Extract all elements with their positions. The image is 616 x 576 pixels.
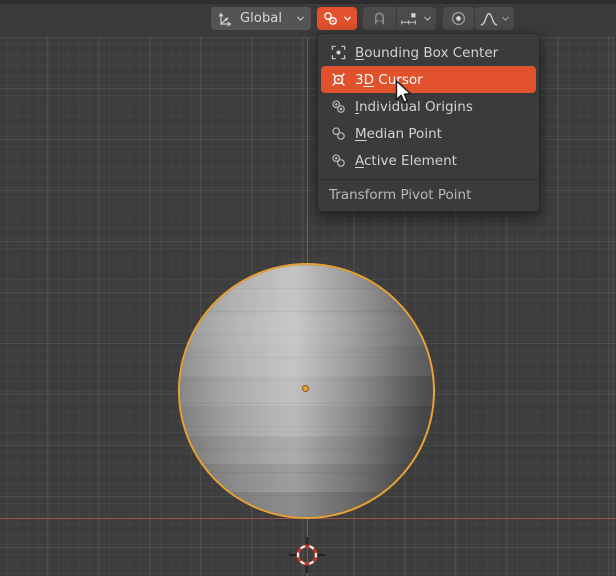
median-point-icon xyxy=(327,125,349,142)
menu-item-label: Median Point xyxy=(355,125,442,142)
mouse-cursor-pointer xyxy=(395,80,412,103)
bounding-box-center-icon xyxy=(327,44,349,61)
chevron-down-icon xyxy=(424,16,431,21)
orientation-label: Global xyxy=(240,11,283,26)
menu-item-label: Active Element xyxy=(355,152,457,169)
individual-origins-icon xyxy=(327,98,349,115)
header-top-strip xyxy=(0,0,616,4)
3d-cursor-icon xyxy=(327,71,349,88)
menu-item-3d-cursor[interactable]: 3D Cursor xyxy=(321,66,536,93)
snap-increment-icon xyxy=(401,13,417,25)
proportional-editing-button[interactable] xyxy=(443,7,474,30)
menu-item-label: Individual Origins xyxy=(355,98,473,115)
blender-window: Global Bounding Box Center 3D Cursor Ind… xyxy=(0,0,616,576)
snap-magnet-button[interactable] xyxy=(363,7,396,30)
menu-item-individual-origins[interactable]: Individual Origins xyxy=(321,93,536,120)
menu-separator xyxy=(319,179,538,180)
transform-orientation-button[interactable]: Global xyxy=(211,7,311,30)
menu-item-bounding-box-center[interactable]: Bounding Box Center xyxy=(321,39,536,66)
snap-to-button[interactable] xyxy=(397,7,436,30)
pivot-point-button[interactable] xyxy=(317,7,357,30)
menu-item-label: Bounding Box Center xyxy=(355,44,499,61)
3d-cursor-icon[interactable] xyxy=(289,537,325,573)
pivot-point-icon xyxy=(324,12,337,25)
proportional-editing-icon xyxy=(451,11,466,26)
smooth-falloff-curve-icon xyxy=(480,12,498,26)
falloff-curve-button[interactable] xyxy=(475,7,514,30)
magnet-icon xyxy=(374,12,385,25)
object-origin-dot[interactable] xyxy=(302,385,309,392)
menu-item-median-point[interactable]: Median Point xyxy=(321,120,536,147)
chevron-down-icon xyxy=(297,16,304,21)
pivot-point-dropdown-menu[interactable]: Bounding Box Center 3D Cursor Individual… xyxy=(317,33,540,212)
menu-title: Transform Pivot Point xyxy=(329,187,472,203)
uv-sphere-object[interactable] xyxy=(178,263,435,519)
transform-orientation-icon xyxy=(218,12,232,26)
viewport-header-bar: Global xyxy=(0,0,616,37)
chevron-down-icon xyxy=(502,16,509,21)
menu-item-active-element[interactable]: Active Element xyxy=(321,147,536,174)
chevron-down-icon xyxy=(344,16,351,21)
active-element-icon xyxy=(327,152,349,169)
